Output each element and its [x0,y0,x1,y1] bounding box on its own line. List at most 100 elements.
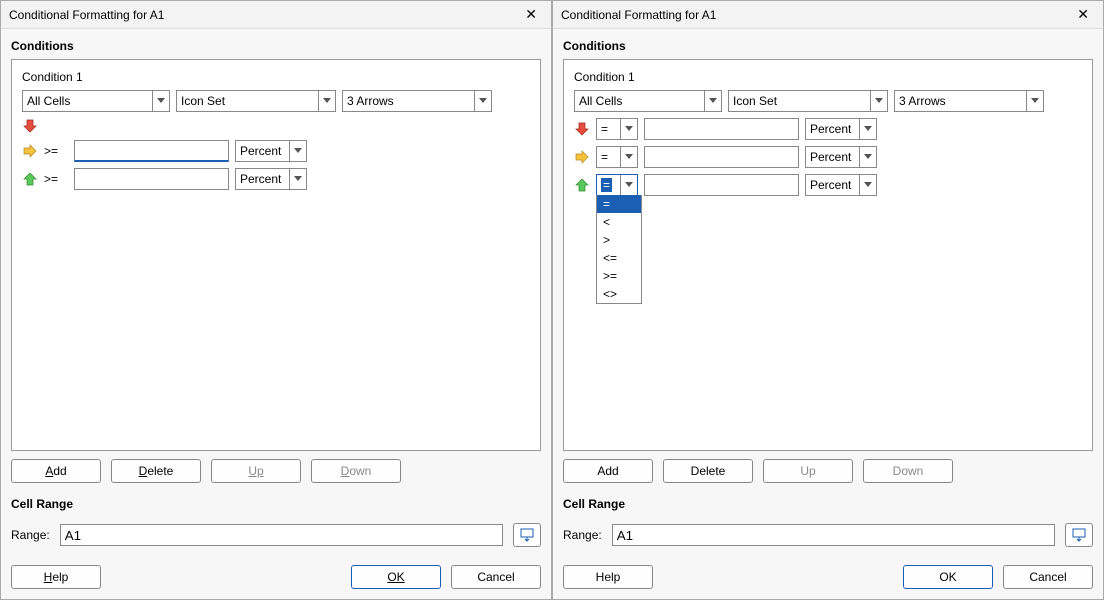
arrow-right-yellow-icon [22,143,38,159]
chevron-down-icon [859,119,872,139]
arrow-right-yellow-icon [574,149,590,165]
cancel-button[interactable]: Cancel [1003,565,1093,589]
cancel-button[interactable]: Cancel [451,565,541,589]
unit-value: Percent [810,178,851,192]
rule-type-select[interactable]: Icon Set [728,90,888,112]
operator-option[interactable]: <> [597,285,641,303]
up-button[interactable]: Up [763,459,853,483]
arrow-up-green-icon [22,171,38,187]
icon-set-value: 3 Arrows [899,94,946,108]
chevron-down-icon [704,91,717,111]
operator-option[interactable]: = [597,195,641,213]
chevron-down-icon [859,175,872,195]
chevron-down-icon [620,147,633,167]
dialog-right: Conditional Formatting for A1 ✕ Conditio… [552,0,1104,600]
chevron-down-icon [474,91,487,111]
unit-value: Percent [240,172,281,186]
chevron-down-icon [620,175,633,195]
operator-value: = [601,150,608,164]
unit-select[interactable]: Percent [805,118,877,140]
up-button[interactable]: Up [211,459,301,483]
shrink-icon [1072,528,1086,542]
chevron-down-icon [289,141,302,161]
add-button[interactable]: Add [11,459,101,483]
threshold-input[interactable] [644,146,799,168]
window-title: Conditional Formatting for A1 [561,8,716,22]
range-label: Range: [11,528,50,542]
operator-select[interactable]: = [596,146,638,168]
arrow-down-red-icon [574,121,590,137]
ok-button[interactable]: OK [351,565,441,589]
chevron-down-icon [859,147,872,167]
scope-value: All Cells [27,94,70,108]
chevron-down-icon [620,119,633,139]
rule-type-value: Icon Set [181,94,225,108]
ok-button[interactable]: OK [903,565,993,589]
conditions-panel: Condition 1 All Cells Icon Set 3 Arrows [563,59,1093,451]
chevron-down-icon [318,91,331,111]
cellrange-heading: Cell Range [11,497,541,511]
threshold-input[interactable] [644,118,799,140]
add-button[interactable]: Add [563,459,653,483]
unit-select[interactable]: Percent [805,174,877,196]
operator-value: = [601,122,608,136]
range-input[interactable] [612,524,1055,546]
scope-value: All Cells [579,94,622,108]
cellrange-heading: Cell Range [563,497,1093,511]
unit-select[interactable]: Percent [235,140,307,162]
condition-title: Condition 1 [22,70,530,84]
operator-option[interactable]: >= [597,267,641,285]
delete-button[interactable]: Delete [111,459,201,483]
help-button[interactable]: Help [11,565,101,589]
conditions-heading: Conditions [11,39,541,53]
conditions-heading: Conditions [563,39,1093,53]
chevron-down-icon [152,91,165,111]
dialog-left: Conditional Formatting for A1 ✕ Conditio… [0,0,552,600]
operator-option[interactable]: > [597,231,641,249]
operator-value: = [601,178,612,192]
condition-title: Condition 1 [574,70,1082,84]
shrink-icon [520,528,534,542]
rule-type-select[interactable]: Icon Set [176,90,336,112]
close-icon[interactable]: ✕ [519,6,543,23]
range-picker-button[interactable] [1065,523,1093,547]
unit-select[interactable]: Percent [235,168,307,190]
unit-value: Percent [810,150,851,164]
operator-select[interactable]: = [596,118,638,140]
titlebar: Conditional Formatting for A1 ✕ [553,1,1103,29]
icon-set-value: 3 Arrows [347,94,394,108]
operator-select-open[interactable]: = = < > <= >= <> [596,174,638,196]
unit-value: Percent [810,122,851,136]
icon-set-select[interactable]: 3 Arrows [342,90,492,112]
titlebar: Conditional Formatting for A1 ✕ [1,1,551,29]
unit-value: Percent [240,144,281,158]
arrow-up-green-icon [574,177,590,193]
scope-select[interactable]: All Cells [574,90,722,112]
delete-button[interactable]: Delete [663,459,753,483]
window-title: Conditional Formatting for A1 [9,8,164,22]
chevron-down-icon [1026,91,1039,111]
arrow-down-red-icon [22,118,38,134]
range-picker-button[interactable] [513,523,541,547]
threshold-input[interactable] [74,168,229,190]
operator-option[interactable]: <= [597,249,641,267]
down-button[interactable]: Down [311,459,401,483]
close-icon[interactable]: ✕ [1071,6,1095,23]
threshold-input[interactable] [644,174,799,196]
unit-select[interactable]: Percent [805,146,877,168]
operator-option[interactable]: < [597,213,641,231]
chevron-down-icon [289,169,302,189]
operator-label: >= [44,144,68,158]
range-label: Range: [563,528,602,542]
operator-dropdown-list: = < > <= >= <> [596,195,642,304]
help-button[interactable]: Help [563,565,653,589]
down-button[interactable]: Down [863,459,953,483]
scope-select[interactable]: All Cells [22,90,170,112]
chevron-down-icon [870,91,883,111]
icon-set-select[interactable]: 3 Arrows [894,90,1044,112]
conditions-panel: Condition 1 All Cells Icon Set 3 Arrows [11,59,541,451]
threshold-input[interactable] [74,140,229,162]
operator-label: >= [44,172,68,186]
rule-type-value: Icon Set [733,94,777,108]
range-input[interactable] [60,524,503,546]
